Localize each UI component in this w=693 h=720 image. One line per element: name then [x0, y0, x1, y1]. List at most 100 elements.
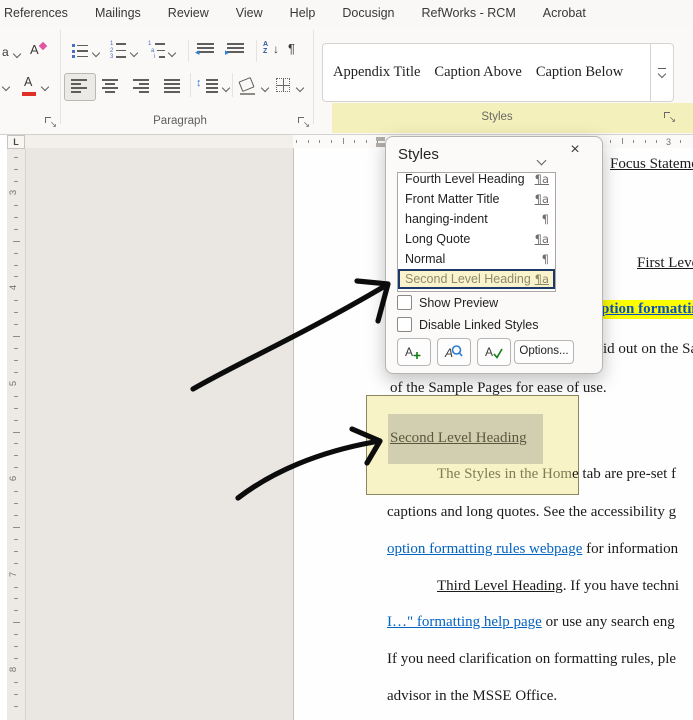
- chevron-down-icon[interactable]: [12, 49, 22, 59]
- linked-style-icon: ¶a: [534, 272, 549, 286]
- linked-style-icon: ¶a: [534, 192, 549, 206]
- align-center-icon[interactable]: [102, 79, 118, 93]
- decrease-indent-icon[interactable]: ◂: [195, 43, 214, 57]
- change-case-button-partial[interactable]: a: [2, 45, 9, 59]
- chevron-down-icon[interactable]: [1, 82, 11, 92]
- shading-bucket-icon[interactable]: [238, 76, 255, 93]
- bullet-list-icon[interactable]: [72, 44, 88, 58]
- style-item-fourth-level-heading[interactable]: Fourth Level Heading ¶a: [398, 172, 555, 189]
- ribbon-tab-mailings[interactable]: Mailings: [95, 6, 141, 20]
- clear-formatting-letter: A: [30, 42, 39, 57]
- document-line-1: Focus Statement: [610, 155, 693, 174]
- style-item-long-quote[interactable]: Long Quote ¶a: [398, 229, 555, 249]
- svg-text:A: A: [405, 345, 413, 359]
- checkbox-show-preview[interactable]: [397, 295, 412, 310]
- document-line-11: I…" formatting help page or use any sear…: [387, 613, 675, 632]
- hyperlink-text[interactable]: option formatting rules webpage: [387, 541, 582, 557]
- increase-indent-icon[interactable]: ▸: [225, 43, 244, 57]
- linked-style-icon: ¶a: [534, 172, 549, 186]
- paragraph-group-label: Paragraph: [153, 115, 207, 127]
- gallery-style-appendix-title[interactable]: Appendix Title: [333, 64, 420, 81]
- paragraph-dialog-launcher-icon[interactable]: [298, 117, 310, 130]
- font-color-button[interactable]: A: [24, 75, 32, 89]
- ribbon-tab-view[interactable]: View: [236, 6, 263, 20]
- document-text-segment: Third Level Heading: [437, 578, 563, 594]
- chevron-down-icon[interactable]: [91, 48, 101, 58]
- manage-styles-button[interactable]: A: [477, 338, 511, 366]
- styles-gallery-items: Appendix Title Caption Above Caption Below: [323, 44, 673, 101]
- chevron-down-icon[interactable]: [129, 48, 139, 58]
- font-color-red-bar: [22, 92, 36, 96]
- multilevel-list-icon[interactable]: 1 a i: [148, 41, 165, 60]
- ribbon-tab-references[interactable]: References: [4, 6, 68, 20]
- styles-dialog-launcher-icon[interactable]: [664, 112, 676, 125]
- styles-list: Fourth Level Heading ¶a Front Matter Title…: [397, 172, 556, 292]
- chevron-down-icon[interactable]: [167, 48, 177, 58]
- gallery-style-caption-above[interactable]: Caption Above: [434, 64, 521, 81]
- chevron-down-icon[interactable]: [221, 83, 231, 93]
- styles-gallery: Appendix Title Caption Above Caption Below: [322, 43, 674, 102]
- paragraph-style-icon: ¶: [541, 252, 549, 266]
- sort-icon[interactable]: AZ: [263, 41, 268, 55]
- gallery-style-caption-below[interactable]: Caption Below: [536, 64, 623, 81]
- styles-pane-title: Styles: [398, 146, 439, 163]
- eraser-diamond-icon: [38, 41, 48, 51]
- ribbon-tab-review[interactable]: Review: [168, 6, 209, 20]
- pilcrow-icon[interactable]: ¶: [288, 41, 295, 56]
- styles-pane: Styles × Fourth Level Heading ¶a Front Mat…: [385, 136, 603, 374]
- document-text-segment: Focus Statement: [610, 156, 693, 172]
- new-style-button[interactable]: A: [397, 338, 431, 366]
- style-item-normal[interactable]: Normal ¶: [398, 249, 555, 269]
- borders-icon[interactable]: [276, 78, 290, 92]
- document-line-8: captions and long quotes. See the access…: [387, 503, 676, 522]
- checkbox-disable-linked-styles[interactable]: [397, 317, 412, 332]
- align-right-icon[interactable]: [133, 79, 149, 93]
- svg-text:A: A: [444, 346, 453, 360]
- clear-formatting-icon[interactable]: A: [30, 41, 48, 57]
- document-text-segment: First Level Heading: [637, 255, 693, 271]
- style-item-hanging-indent[interactable]: hanging-indent ¶: [398, 209, 555, 229]
- document-text-segment: captions and long quotes. See the access…: [387, 504, 677, 520]
- document-line-9: option formatting rules webpage for info…: [387, 540, 678, 559]
- ribbon-tab-refworks-rcm[interactable]: RefWorks - RCM: [422, 6, 516, 20]
- linked-style-icon: ¶a: [534, 232, 549, 246]
- document-line-2: First Level Heading: [637, 254, 693, 273]
- document-line-3: ption formatting: [601, 300, 693, 319]
- chevron-down-icon[interactable]: [260, 83, 270, 93]
- justify-icon[interactable]: [164, 79, 180, 93]
- line-spacing-arrows-icon[interactable]: ↕: [196, 77, 202, 89]
- checkbox-row-show-preview: Show Preview: [397, 295, 498, 310]
- document-text-segment: of the Sample Pages for ease of use.: [390, 380, 607, 396]
- ribbon: a A A 1 2 3 1 a i: [0, 26, 693, 135]
- shading-bar-icon: [240, 93, 255, 95]
- ribbon-tab-acrobat[interactable]: Acrobat: [543, 6, 586, 20]
- styles-gallery-more-button[interactable]: [650, 44, 673, 101]
- numbered-list-icon[interactable]: 1 2 3: [110, 41, 126, 60]
- svg-text:A: A: [485, 345, 493, 359]
- line-spacing-lines-icon: [206, 79, 218, 93]
- style-item-label: Normal: [405, 252, 446, 266]
- sort-arrow-icon: ↓: [273, 42, 279, 56]
- hyperlink-text[interactable]: I…" formatting help page: [387, 614, 542, 630]
- style-item-label: Fourth Level Heading: [405, 172, 525, 186]
- style-item-second-level-heading[interactable]: Second Level Heading ¶a: [398, 269, 555, 289]
- chevron-down-icon[interactable]: [40, 82, 50, 92]
- document-text-segment: or use any search eng: [541, 614, 675, 630]
- chevron-down-icon[interactable]: [536, 151, 547, 169]
- chevron-down-icon[interactable]: [295, 83, 305, 93]
- document-line-10: Third Level Heading. If you have techni: [437, 577, 679, 596]
- document-text-segment: The Styles in the Hom: [437, 466, 572, 482]
- style-item-label: Second Level Heading: [405, 272, 531, 286]
- options-button[interactable]: Options...: [514, 340, 574, 364]
- ribbon-tab-help[interactable]: Help: [290, 6, 316, 20]
- document-text-segment: . If you have techni: [562, 578, 680, 594]
- style-inspector-button[interactable]: A: [437, 338, 471, 366]
- style-item-front-matter-title[interactable]: Front Matter Title ¶a: [398, 189, 555, 209]
- hyperlink-text[interactable]: ption formatting: [601, 300, 693, 319]
- ribbon-tab-docusign[interactable]: Docusign: [342, 6, 394, 20]
- close-icon[interactable]: ×: [566, 141, 584, 159]
- chevron-down-icon: [657, 70, 667, 79]
- align-left-icon: [71, 79, 87, 93]
- document-text-segment: e tab are pre-set f: [572, 466, 677, 482]
- font-dialog-launcher-icon[interactable]: [45, 117, 57, 130]
